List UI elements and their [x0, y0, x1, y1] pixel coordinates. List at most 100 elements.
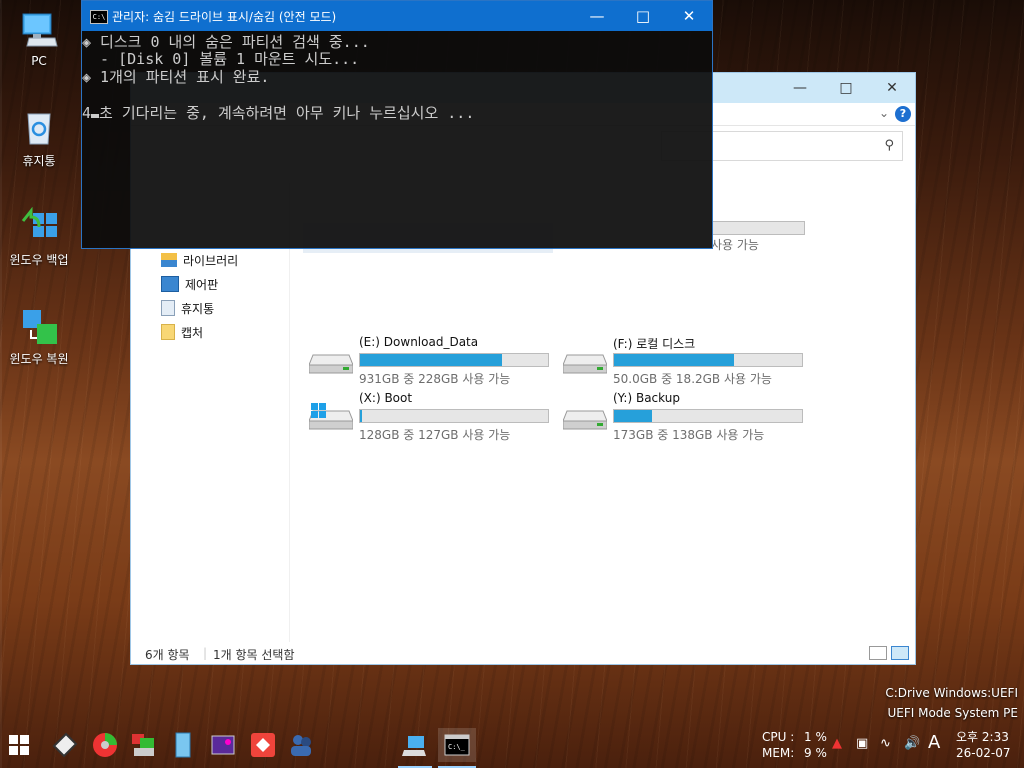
drive-tile[interactable]: (F:) 로컬 디스크 50.0GB 중 18.2GB 사용 가능 [557, 335, 807, 386]
recycle-bin-icon [19, 108, 59, 148]
desktop-icon-label: 휴지통 [22, 154, 56, 168]
status-selection: 1개 항목 선택함 [213, 648, 295, 662]
file-manager-icon [175, 732, 191, 758]
drive-capacity: 128GB 중 127GB 사용 가능 [359, 428, 511, 442]
windows-drive-icon [309, 403, 353, 430]
drive-name: (F:) 로컬 디스크 [613, 337, 696, 351]
drive-name: (E:) Download_Data [359, 335, 479, 349]
desktop-icon-windows-backup[interactable]: 윈도우 백업 [0, 206, 78, 268]
close-button[interactable]: ✕ [869, 73, 915, 103]
nav-item-recycle-bin[interactable]: 휴지통 [161, 297, 214, 319]
close-button[interactable]: ✕ [666, 1, 712, 31]
windows-backup-icon [19, 206, 59, 247]
help-icon[interactable]: ? [895, 106, 911, 122]
drive-usage-bar [613, 409, 803, 423]
drive-usage-bar [359, 409, 549, 423]
drive-tile[interactable]: (E:) Download_Data 931GB 중 228GB 사용 가능 [303, 335, 553, 386]
cpu-value: 1 % [804, 730, 827, 744]
drive-usage-bar [359, 353, 549, 367]
text-cursor [91, 114, 100, 118]
drive-bar-hidden [711, 221, 805, 235]
nav-item-label: 제어판 [185, 277, 219, 292]
taskbar-app-partition[interactable] [88, 728, 122, 762]
console-line: 4초 기다리는 중, 계속하려면 아무 키나 누르십시오 ... [82, 104, 475, 122]
taskbar-app-image[interactable] [206, 728, 240, 762]
taskbar-app-cmd[interactable]: C:\_ [438, 728, 476, 762]
search-icon[interactable]: ⚲ [884, 138, 894, 153]
clock-time[interactable]: 오후 2:33 [956, 728, 1009, 745]
hdd-icon [309, 354, 353, 374]
nav-item-control-panel[interactable]: 제어판 [161, 273, 218, 295]
device-icon[interactable]: ▣ [856, 736, 868, 751]
volume-icon[interactable]: 🔊 [904, 736, 920, 751]
nav-item-capture[interactable]: 캡처 [161, 321, 203, 343]
cmd-title: 관리자: 숨김 드라이브 표시/숨김 (안전 모드) [112, 10, 337, 24]
desktop-icon-recycle-bin[interactable]: 휴지통 [0, 108, 78, 169]
taskbar-app-remote[interactable] [246, 728, 280, 762]
nav-item-label: 캡처 [181, 325, 204, 340]
hdd-icon [563, 354, 607, 374]
clock-date[interactable]: 26-02-07 [956, 746, 1010, 760]
cmd-icon: C:\ [90, 10, 108, 24]
taskbar-app-backup[interactable] [126, 728, 160, 762]
navigation-pane: 라이브러리 제어판 휴지통 캡처 [131, 183, 290, 642]
control-panel-icon [161, 276, 179, 292]
maximize-button[interactable]: □ [823, 73, 869, 103]
taskbar-app-files[interactable] [166, 728, 200, 762]
desktop-icon-windows-restore[interactable]: 윈도우 복원 [0, 306, 78, 367]
folder-icon [161, 324, 175, 340]
drive-capacity: 50.0GB 중 18.2GB 사용 가능 [613, 372, 772, 386]
nav-item-library[interactable]: 라이브러리 [161, 249, 238, 271]
taskbar: C:\_ CPU : 1 % MEM: 9 % ▲ ▣ ∿ 🔊 A 오후 2:3… [0, 722, 1024, 768]
users-icon [291, 735, 311, 756]
console-line: - [Disk 0] 볼륨 1 마운트 시도... [82, 50, 360, 68]
drive-name: (X:) Boot [359, 391, 413, 405]
computer-icon [402, 736, 426, 756]
activity-icon[interactable]: ∿ [880, 736, 891, 751]
nav-item-label: 휴지통 [181, 301, 215, 316]
image-viewer-icon [211, 735, 235, 755]
large-icons-view-icon[interactable] [891, 646, 909, 660]
desktop-icon-label: 윈도우 복원 [9, 352, 69, 366]
nav-item-label: 라이브러리 [183, 253, 239, 268]
status-divider: | [203, 646, 208, 660]
system-info-line: UEFI Mode System PE [887, 706, 1018, 720]
status-item-count: 6개 항목 [145, 648, 190, 662]
recycle-bin-icon [161, 300, 175, 316]
network-warning-icon[interactable]: ▲ [832, 736, 842, 751]
desktop-icon-pc[interactable]: PC [0, 10, 78, 68]
ime-indicator[interactable]: A [928, 732, 940, 753]
cmd-icon: C:\_ [444, 734, 470, 756]
cmd-console[interactable]: ◈ 디스크 0 내의 숨은 파티션 검색 중... - [Disk 0] 볼륨 … [82, 33, 712, 248]
windows-logo-icon [9, 735, 29, 755]
drive-tile[interactable]: (Y:) Backup 173GB 중 138GB 사용 가능 [557, 391, 807, 442]
console-line: ◈ 1개의 파티션 표시 완료. [82, 68, 270, 86]
status-bar: 6개 항목 | 1개 항목 선택함 [131, 642, 915, 664]
svg-text:C:\_: C:\_ [448, 743, 466, 751]
start-button[interactable] [8, 734, 30, 756]
remote-desktop-icon [251, 733, 275, 757]
drive-usage-bar [613, 353, 803, 367]
computer-icon [19, 10, 59, 50]
taskbar-app-explorer[interactable] [398, 728, 432, 762]
hdd-icon [563, 410, 607, 430]
cmd-titlebar[interactable]: C:\ 관리자: 숨김 드라이브 표시/숨김 (안전 모드) — □ ✕ [82, 1, 712, 31]
drive-list: 사용 가능 (E:) Download_Data 931GB 중 228GB 사… [289, 183, 915, 642]
drive-caption-hidden: 사용 가능 [711, 238, 759, 252]
minimize-button[interactable]: — [574, 1, 620, 31]
minimize-button[interactable]: — [777, 73, 823, 103]
drive-tile[interactable]: (X:) Boot 128GB 중 127GB 사용 가능 [303, 391, 553, 442]
desktop-icon-label: PC [31, 54, 47, 68]
taskbar-app-users[interactable] [284, 728, 318, 762]
taskbar-app-tools[interactable] [48, 728, 82, 762]
desktop-icon-label: 윈도우 백업 [9, 253, 69, 267]
system-info-line: C:Drive Windows:UEFI [885, 686, 1018, 700]
partition-icon [93, 733, 117, 757]
drive-capacity: 173GB 중 138GB 사용 가능 [613, 428, 765, 442]
chevron-down-icon[interactable]: ⌄ [879, 106, 889, 120]
mem-label: MEM: [762, 746, 795, 760]
windows-restore-icon [19, 306, 59, 346]
cmd-window[interactable]: C:\ 관리자: 숨김 드라이브 표시/숨김 (안전 모드) — □ ✕ ◈ 디… [81, 0, 713, 249]
details-view-icon[interactable] [869, 646, 887, 660]
maximize-button[interactable]: □ [620, 1, 666, 31]
